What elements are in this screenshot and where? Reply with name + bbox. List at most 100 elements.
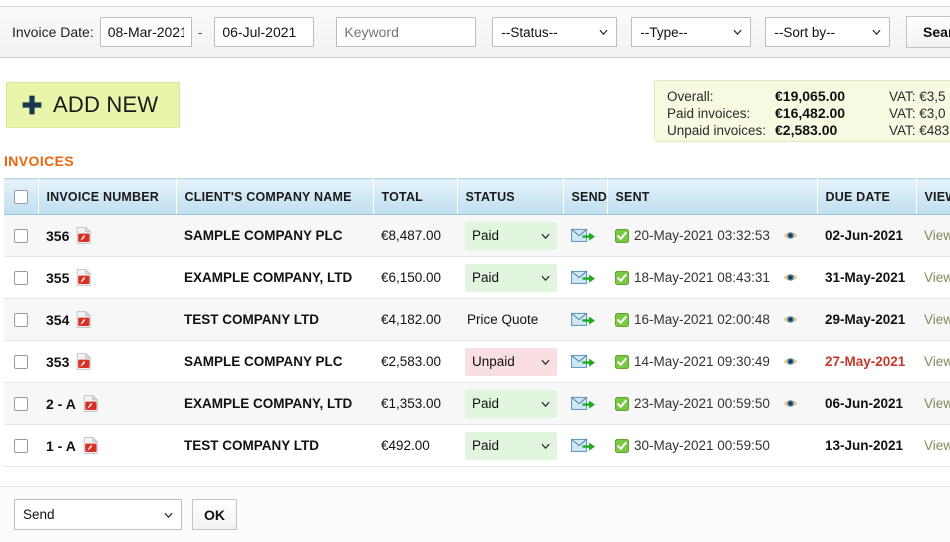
totals-vat: VAT: €3,5 bbox=[889, 89, 946, 104]
pdf-icon[interactable] bbox=[76, 353, 92, 370]
table-row: 354 TEST COMPANY LTD €4,182.00 Price Quote 1… bbox=[4, 298, 950, 341]
status-select[interactable]: Paid bbox=[465, 431, 557, 460]
view-cell: View bbox=[916, 340, 950, 383]
due-date: 29-May-2021 bbox=[825, 312, 906, 327]
totals-vat: VAT: €483 bbox=[889, 123, 950, 138]
view-link[interactable]: View bbox=[924, 396, 950, 411]
status-cell: Paid bbox=[457, 214, 563, 257]
search-button[interactable]: Search bbox=[906, 16, 950, 48]
view-link[interactable]: View bbox=[924, 228, 950, 243]
view-link[interactable]: View bbox=[924, 438, 950, 453]
status-select[interactable]: Paid bbox=[465, 263, 557, 292]
col-status[interactable]: STATUS bbox=[457, 178, 564, 215]
totals-row-paid: Paid invoices: €16,482.00 VAT: €3,0 bbox=[667, 105, 950, 122]
send-email-icon[interactable] bbox=[571, 353, 596, 371]
sent-timestamp: 14-May-2021 09:30:49 bbox=[634, 354, 770, 369]
row-checkbox[interactable] bbox=[14, 439, 28, 454]
status-select[interactable]: Unpaid bbox=[465, 347, 557, 376]
totals-vat: VAT: €3,0 bbox=[889, 106, 946, 121]
totals-label: Paid invoices: bbox=[667, 106, 751, 121]
col-view[interactable]: VIEW bbox=[916, 178, 950, 215]
bulk-action-wrap: Send bbox=[14, 499, 182, 530]
sent-info: 23-May-2021 00:59:50 bbox=[615, 396, 809, 411]
invoice-number-cell: 2 - A bbox=[38, 382, 176, 425]
bulk-action-select[interactable]: Send bbox=[14, 499, 182, 530]
sortby-filter-select[interactable]: --Sort by-- bbox=[765, 17, 891, 47]
row-checkbox[interactable] bbox=[14, 271, 28, 286]
preview-eye-icon[interactable] bbox=[783, 230, 798, 241]
ok-button[interactable]: OK bbox=[192, 499, 237, 530]
row-select-cell bbox=[4, 382, 38, 425]
invoice-date-label: Invoice Date: bbox=[12, 24, 94, 40]
view-link[interactable]: View bbox=[924, 312, 950, 327]
row-select-cell bbox=[4, 424, 38, 467]
pdf-icon[interactable] bbox=[76, 311, 92, 328]
totals-row-overall: Overall: €19,065.00 VAT: €3,5 bbox=[667, 88, 950, 105]
row-checkbox[interactable] bbox=[14, 355, 28, 370]
send-email-icon[interactable] bbox=[571, 269, 596, 287]
col-sent[interactable]: SENT bbox=[607, 178, 818, 215]
row-checkbox[interactable] bbox=[14, 397, 28, 412]
select-all-checkbox[interactable] bbox=[14, 189, 28, 204]
preview-eye-icon[interactable] bbox=[783, 314, 798, 325]
sortby-filter-wrap: --Sort by-- bbox=[751, 17, 891, 47]
col-total[interactable]: TOTAL bbox=[373, 178, 458, 215]
invoice-number: 355 bbox=[46, 269, 70, 286]
due-date-cell: 06-Jun-2021 bbox=[817, 382, 916, 425]
sent-confirmed-icon bbox=[615, 438, 629, 453]
send-email-icon[interactable] bbox=[571, 227, 596, 245]
col-select-all bbox=[4, 178, 39, 215]
table-header: INVOICE NUMBER CLIENT'S COMPANY NAME TOT… bbox=[4, 178, 950, 215]
totals-amount: €2,583.00 bbox=[775, 122, 838, 138]
sent-timestamp: 23-May-2021 00:59:50 bbox=[634, 396, 770, 411]
view-cell: View bbox=[916, 214, 950, 257]
pdf-icon[interactable] bbox=[83, 437, 99, 454]
view-cell: View bbox=[916, 256, 950, 299]
status-select[interactable]: Paid bbox=[465, 221, 557, 250]
preview-eye-icon[interactable] bbox=[783, 398, 798, 409]
company-name: SAMPLE COMPANY PLC bbox=[184, 354, 343, 369]
row-checkbox[interactable] bbox=[14, 229, 28, 244]
due-date: 06-Jun-2021 bbox=[825, 396, 904, 411]
sent-confirmed-icon bbox=[615, 396, 629, 411]
sent-cell: 23-May-2021 00:59:50 bbox=[607, 382, 817, 425]
status-select[interactable]: Paid bbox=[465, 389, 557, 418]
status-cell: Unpaid bbox=[457, 340, 563, 383]
pdf-icon[interactable] bbox=[76, 227, 92, 244]
company-name-cell: TEST COMPANY LTD bbox=[176, 298, 373, 341]
view-link[interactable]: View bbox=[924, 270, 950, 285]
total-cell: €1,353.00 bbox=[373, 382, 457, 425]
send-email-icon[interactable] bbox=[571, 311, 596, 329]
col-send[interactable]: SEND bbox=[563, 178, 608, 215]
total-cell: €2,583.00 bbox=[373, 340, 457, 383]
keyword-input[interactable] bbox=[336, 17, 477, 47]
status-filter-select[interactable]: --Status-- bbox=[492, 17, 618, 47]
pdf-icon[interactable] bbox=[83, 395, 99, 412]
send-email-icon[interactable] bbox=[571, 395, 596, 413]
col-due-date[interactable]: DUE DATE bbox=[817, 178, 917, 215]
date-to-input[interactable] bbox=[214, 17, 315, 47]
company-name-cell: EXAMPLE COMPANY, LTD bbox=[176, 382, 373, 425]
invoice-total: €8,487.00 bbox=[381, 228, 442, 243]
pdf-icon[interactable] bbox=[76, 269, 92, 286]
totals-summary-box: Overall: €19,065.00 VAT: €3,5 Paid invoi… bbox=[654, 80, 950, 142]
col-company-name[interactable]: CLIENT'S COMPANY NAME bbox=[176, 178, 374, 215]
sent-cell: 20-May-2021 03:32:53 bbox=[607, 214, 817, 257]
add-new-button[interactable]: ADD NEW bbox=[6, 82, 180, 128]
status-cell: Paid bbox=[457, 382, 563, 425]
status-cell: Paid bbox=[457, 256, 563, 299]
row-checkbox[interactable] bbox=[14, 313, 28, 328]
col-invoice-number[interactable]: INVOICE NUMBER bbox=[38, 178, 177, 215]
type-filter-select[interactable]: --Type-- bbox=[631, 17, 752, 47]
sent-info: 20-May-2021 03:32:53 bbox=[615, 228, 809, 243]
preview-eye-icon[interactable] bbox=[783, 356, 798, 367]
status-filter-wrap: --Status-- bbox=[476, 17, 618, 47]
date-from-input[interactable] bbox=[99, 17, 192, 47]
company-name: TEST COMPANY LTD bbox=[184, 438, 319, 453]
send-email-icon[interactable] bbox=[571, 437, 596, 455]
invoice-total: €492.00 bbox=[381, 438, 430, 453]
total-cell: €6,150.00 bbox=[373, 256, 457, 299]
preview-eye-icon[interactable] bbox=[783, 272, 798, 283]
view-link[interactable]: View bbox=[924, 354, 950, 369]
sent-timestamp: 18-May-2021 08:43:31 bbox=[634, 270, 770, 285]
